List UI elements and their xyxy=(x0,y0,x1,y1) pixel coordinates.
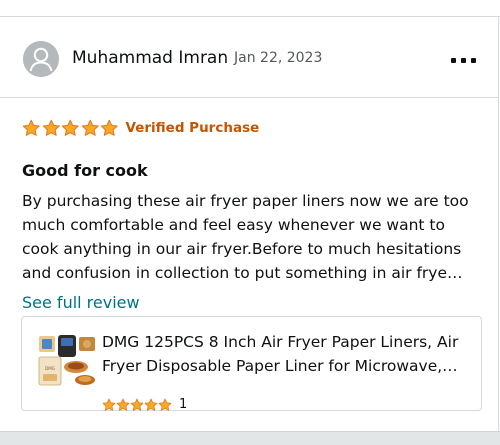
more-dots-icon xyxy=(451,57,456,63)
star-icon xyxy=(158,398,172,411)
see-full-review-link[interactable]: See full review xyxy=(22,293,140,312)
review-body: By purchasing these air fryer paper line… xyxy=(22,189,484,285)
star-icon xyxy=(144,398,158,411)
product-title-line: DMG 125PCS 8 Inch Air Fryer Paper Liners… xyxy=(102,333,459,351)
star-icon xyxy=(130,398,144,411)
product-card[interactable]: DMG DMG 125PCS 8 Inch Air Fryer Paper Li… xyxy=(21,316,482,412)
separator-dot: · xyxy=(224,51,229,67)
avatar xyxy=(23,41,59,77)
review-date: Jan 22, 2023 xyxy=(234,50,323,66)
review-header: Muhammad Imran · Jan 22, 2023 xyxy=(0,17,498,98)
star-icon xyxy=(102,398,116,411)
review-body-line: cook anything in our air fryer.Before to… xyxy=(22,240,462,258)
product-title-line: Fryer Disposable Paper Liner for Microwa… xyxy=(102,357,458,375)
svg-text:DMG: DMG xyxy=(45,366,55,371)
review-body-line: By purchasing these air fryer paper line… xyxy=(22,192,469,210)
verified-purchase-badge: Verified Purchase xyxy=(125,120,260,136)
product-star-rating xyxy=(102,398,172,412)
product-title[interactable]: DMG 125PCS 8 Inch Air Fryer Paper Liners… xyxy=(102,330,474,378)
product-thumbnail: DMG xyxy=(38,335,95,386)
rating-row: Verified Purchase xyxy=(22,118,259,138)
star-icon xyxy=(42,119,60,136)
review-card: Muhammad Imran · Jan 22, 2023 Verified P… xyxy=(0,17,499,431)
more-options-button[interactable] xyxy=(451,53,485,67)
star-rating xyxy=(22,119,119,138)
user-icon xyxy=(23,41,59,77)
product-rating: 1 xyxy=(102,397,187,412)
bottom-divider-bar xyxy=(0,431,500,445)
star-icon xyxy=(61,119,79,136)
star-icon xyxy=(100,119,118,136)
star-icon xyxy=(22,119,40,136)
star-icon xyxy=(81,119,99,136)
review-title: Good for cook xyxy=(22,161,148,180)
product-rating-count: 1 xyxy=(179,397,188,412)
author-name[interactable]: Muhammad Imran xyxy=(72,48,228,68)
review-body-line: and confusion in collection to put somet… xyxy=(22,264,463,282)
review-body-line: much comfortable and feel easy whenever … xyxy=(22,216,445,234)
top-divider xyxy=(0,0,500,17)
star-icon xyxy=(116,398,130,411)
